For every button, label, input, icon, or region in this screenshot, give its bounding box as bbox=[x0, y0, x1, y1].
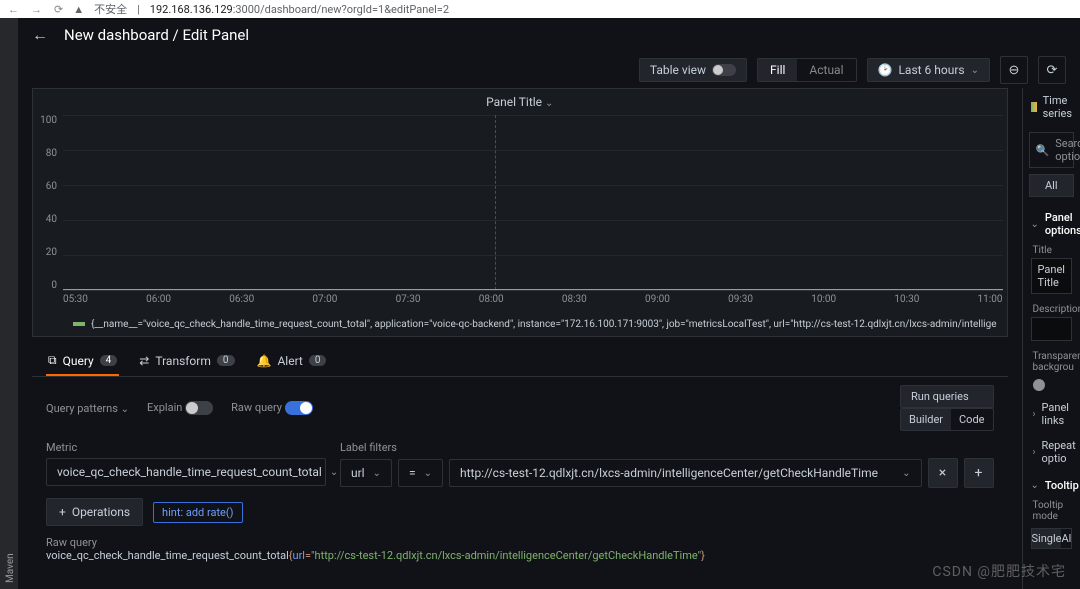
y-axis: 100 80 60 40 20 0 bbox=[33, 115, 61, 291]
tooltip-mode-toggle[interactable]: Single All bbox=[1031, 528, 1073, 549]
table-view-toggle[interactable]: Table view bbox=[639, 58, 747, 82]
viz-icon bbox=[1031, 102, 1037, 112]
chart[interactable]: 100 80 60 40 20 0 bbox=[33, 115, 1007, 315]
insecure-label: 不安全 bbox=[94, 1, 127, 17]
search-options-input[interactable]: 🔍 Search options bbox=[1029, 132, 1075, 168]
actual-option[interactable]: Actual bbox=[797, 59, 855, 81]
filters-label: Label filters bbox=[340, 441, 994, 454]
reload-icon[interactable]: ⟳ bbox=[54, 3, 63, 16]
tooltip-mode-label: Tooltip mode bbox=[1023, 496, 1080, 524]
legend[interactable]: {__name__="voice_qc_check_handle_time_re… bbox=[33, 315, 1007, 336]
query-patterns[interactable]: Query patterns ⌄ bbox=[46, 402, 129, 415]
url[interactable]: 192.168.136.129:3000/dashboard/new?orgId… bbox=[150, 3, 449, 16]
options-pane: Time series 🔍 Search options All ⌄Panel … bbox=[1022, 88, 1080, 589]
cursor-line bbox=[495, 115, 496, 290]
query-count-badge: 4 bbox=[100, 355, 118, 366]
title-label: Title bbox=[1023, 241, 1080, 258]
repeat-options-section[interactable]: ›Repeat optio bbox=[1023, 433, 1080, 471]
alert-icon: 🔔 bbox=[257, 354, 272, 368]
explain-toggle[interactable]: Explain bbox=[147, 401, 213, 415]
description-input[interactable] bbox=[1031, 317, 1073, 341]
operations-button[interactable]: + Operations bbox=[46, 498, 143, 526]
fill-option[interactable]: Fill bbox=[758, 59, 797, 81]
filter-key-select[interactable]: url⌄ bbox=[340, 459, 392, 487]
browser-bar: ← → ⟳ ▲ 不安全 | 192.168.136.129:3000/dashb… bbox=[0, 0, 1080, 18]
forward-icon[interactable]: → bbox=[31, 3, 42, 16]
metric-select[interactable]: voice_qc_check_handle_time_request_count… bbox=[46, 458, 326, 486]
back-arrow-icon[interactable]: ← bbox=[32, 25, 48, 45]
chevron-down-icon: ⌄ bbox=[545, 98, 553, 109]
panel-title[interactable]: Panel Title ⌄ bbox=[33, 89, 1007, 115]
title-input[interactable]: Panel Title bbox=[1031, 258, 1073, 294]
hint-add-rate[interactable]: hint: add rate() bbox=[153, 502, 242, 523]
all-button[interactable]: All bbox=[1029, 174, 1075, 197]
transparent-bg-toggle[interactable] bbox=[1033, 379, 1045, 391]
insecure-icon: ▲ bbox=[73, 3, 84, 16]
query-icon: ⧉ bbox=[48, 353, 57, 368]
x-axis: 05:3006:0006:3007:0007:3008:0008:3009:00… bbox=[63, 294, 1003, 305]
alert-count-badge: 0 bbox=[309, 355, 327, 366]
panel-options-section[interactable]: ⌄Panel options bbox=[1023, 203, 1080, 241]
legend-marker bbox=[73, 322, 85, 326]
run-queries-button[interactable]: Run queries bbox=[900, 385, 994, 408]
raw-query-label: Raw query bbox=[46, 536, 994, 549]
viz-picker[interactable]: Time series bbox=[1023, 88, 1080, 126]
separator: | bbox=[137, 3, 140, 16]
ide-sidebar: Maven RestServices Json Parser Database … bbox=[0, 18, 18, 589]
add-filter-button[interactable]: + bbox=[964, 458, 994, 488]
description-label: Description bbox=[1023, 300, 1080, 317]
refresh-icon[interactable]: ⟳ bbox=[1038, 56, 1066, 84]
plot-area[interactable] bbox=[63, 115, 1003, 291]
panel-links-section[interactable]: ›Panel links bbox=[1023, 395, 1080, 433]
breadcrumb: New dashboard / Edit Panel bbox=[64, 26, 249, 44]
builder-code-toggle[interactable]: Builder Code bbox=[900, 408, 994, 431]
remove-filter-button[interactable]: × bbox=[928, 458, 958, 488]
tab-transform[interactable]: ⇄ Transform 0 bbox=[137, 347, 236, 376]
raw-query-code: voice_qc_check_handle_time_request_count… bbox=[46, 549, 994, 562]
sidebar-tab[interactable]: Maven bbox=[5, 24, 16, 583]
metric-label: Metric bbox=[46, 441, 326, 454]
filter-value-select[interactable]: http://cs-test-12.qdlxjt.cn/lxcs-admin/i… bbox=[449, 459, 922, 487]
tab-alert[interactable]: 🔔 Alert 0 bbox=[255, 347, 329, 376]
time-range-picker[interactable]: 🕑 Last 6 hours ⌄ bbox=[867, 58, 990, 82]
watermark: CSDN @肥肥技术宅 bbox=[932, 561, 1066, 581]
chevron-down-icon: ⌄ bbox=[971, 65, 979, 76]
transform-icon: ⇄ bbox=[139, 354, 149, 368]
search-icon: 🔍 bbox=[1036, 144, 1050, 157]
series-line bbox=[63, 289, 1003, 290]
tooltip-section[interactable]: ⌄Tooltip bbox=[1023, 471, 1080, 496]
transform-count-badge: 0 bbox=[217, 355, 235, 366]
raw-query-toggle[interactable]: Raw query bbox=[231, 401, 313, 415]
tab-query[interactable]: ⧉ Query 4 bbox=[46, 347, 119, 376]
back-icon[interactable]: ← bbox=[8, 3, 19, 16]
filter-op-select[interactable]: =⌄ bbox=[398, 459, 443, 487]
zoom-out-icon[interactable]: ⊖ bbox=[1000, 56, 1028, 84]
transparent-bg-label: Transparent backgrou bbox=[1023, 347, 1080, 375]
fill-actual-toggle[interactable]: Fill Actual bbox=[757, 58, 857, 82]
clock-icon: 🕑 bbox=[878, 63, 893, 77]
